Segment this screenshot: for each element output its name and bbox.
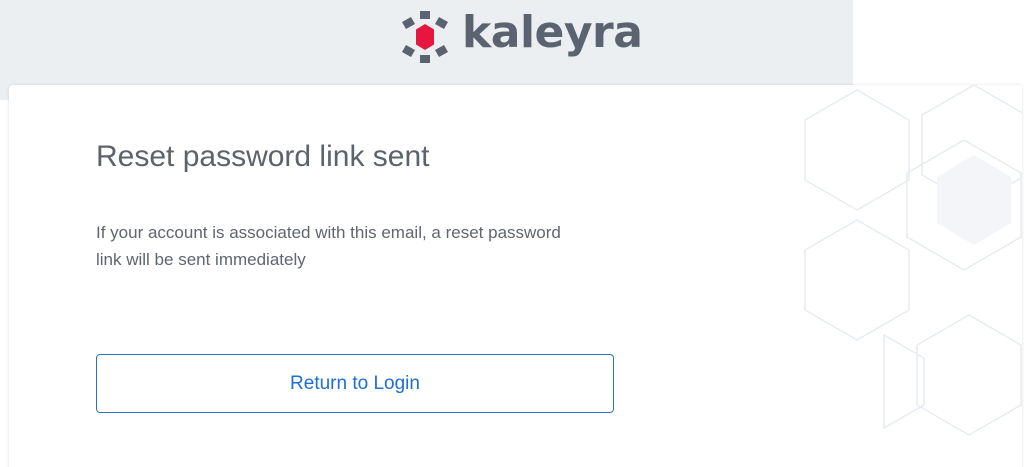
reset-confirmation-page: kaleyra Reset password link sent If your… [0,0,1029,467]
confirmation-message: If your account is associated with this … [96,223,561,269]
hexagon-pattern-icon [804,85,1022,436]
kaleyra-logo: kaleyra [400,7,643,64]
kaleyra-hexagon-icon [402,11,448,63]
return-to-login-button[interactable]: Return to Login [96,354,614,413]
confirmation-card: Reset password link sent If your account… [9,85,1022,467]
brand-name: kaleyra [462,7,643,58]
page-title: Reset password link sent [96,140,430,173]
